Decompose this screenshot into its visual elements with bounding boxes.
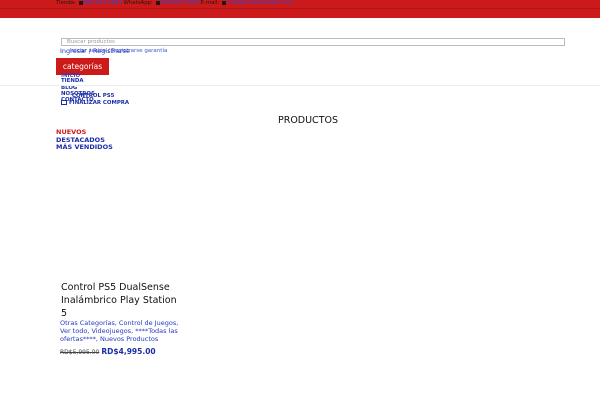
section-title: PRODUCTOS — [277, 115, 339, 126]
email-label: E-mail: — [200, 0, 220, 6]
product-title[interactable]: Control PS5 DualSense Inalámbrico Play S… — [61, 281, 181, 320]
whatsapp-icon — [155, 0, 160, 5]
product-price: RD$5,995.00 RD$4,995.00 — [60, 347, 156, 356]
whatsapp-phone-link[interactable]: 809-696-7046 — [161, 0, 199, 6]
search-input[interactable] — [61, 38, 565, 46]
mail-icon — [221, 0, 226, 5]
whatsapp-label: WhatsApp: — [123, 0, 153, 6]
product-categories[interactable]: Otras Categorías, Control de Juegos, Ver… — [60, 319, 180, 343]
email-link[interactable]: info@portaltoshiprd.com — [227, 0, 294, 6]
price-old: RD$5,995.00 — [60, 349, 100, 356]
price-new: RD$4,995.00 — [101, 347, 156, 356]
tienda-label: Tienda: — [56, 0, 76, 6]
phone-icon — [78, 0, 83, 5]
warranty-text: garantía — [144, 48, 168, 54]
filter-nuevos[interactable]: NUEVOS — [56, 128, 86, 136]
cart-icon — [61, 100, 67, 105]
header-divider — [0, 85, 600, 86]
top-bar-contact: Tienda: 809-542-3694 WhatsApp: 809-696-7… — [56, 0, 294, 7]
overlapping-account-link[interactable]: Iniciar sesión / Registrarse garantía — [70, 48, 167, 54]
top-bar-divider — [0, 8, 600, 9]
tienda-phone-link[interactable]: 809-542-3694 — [84, 0, 122, 6]
nav-tienda[interactable]: TIENDA — [61, 78, 84, 84]
nav-finalizar-compra[interactable]: FINALIZAR COMPRA — [61, 100, 129, 106]
filter-mas-vendidos[interactable]: MÁS VENDIDOS — [56, 143, 113, 151]
